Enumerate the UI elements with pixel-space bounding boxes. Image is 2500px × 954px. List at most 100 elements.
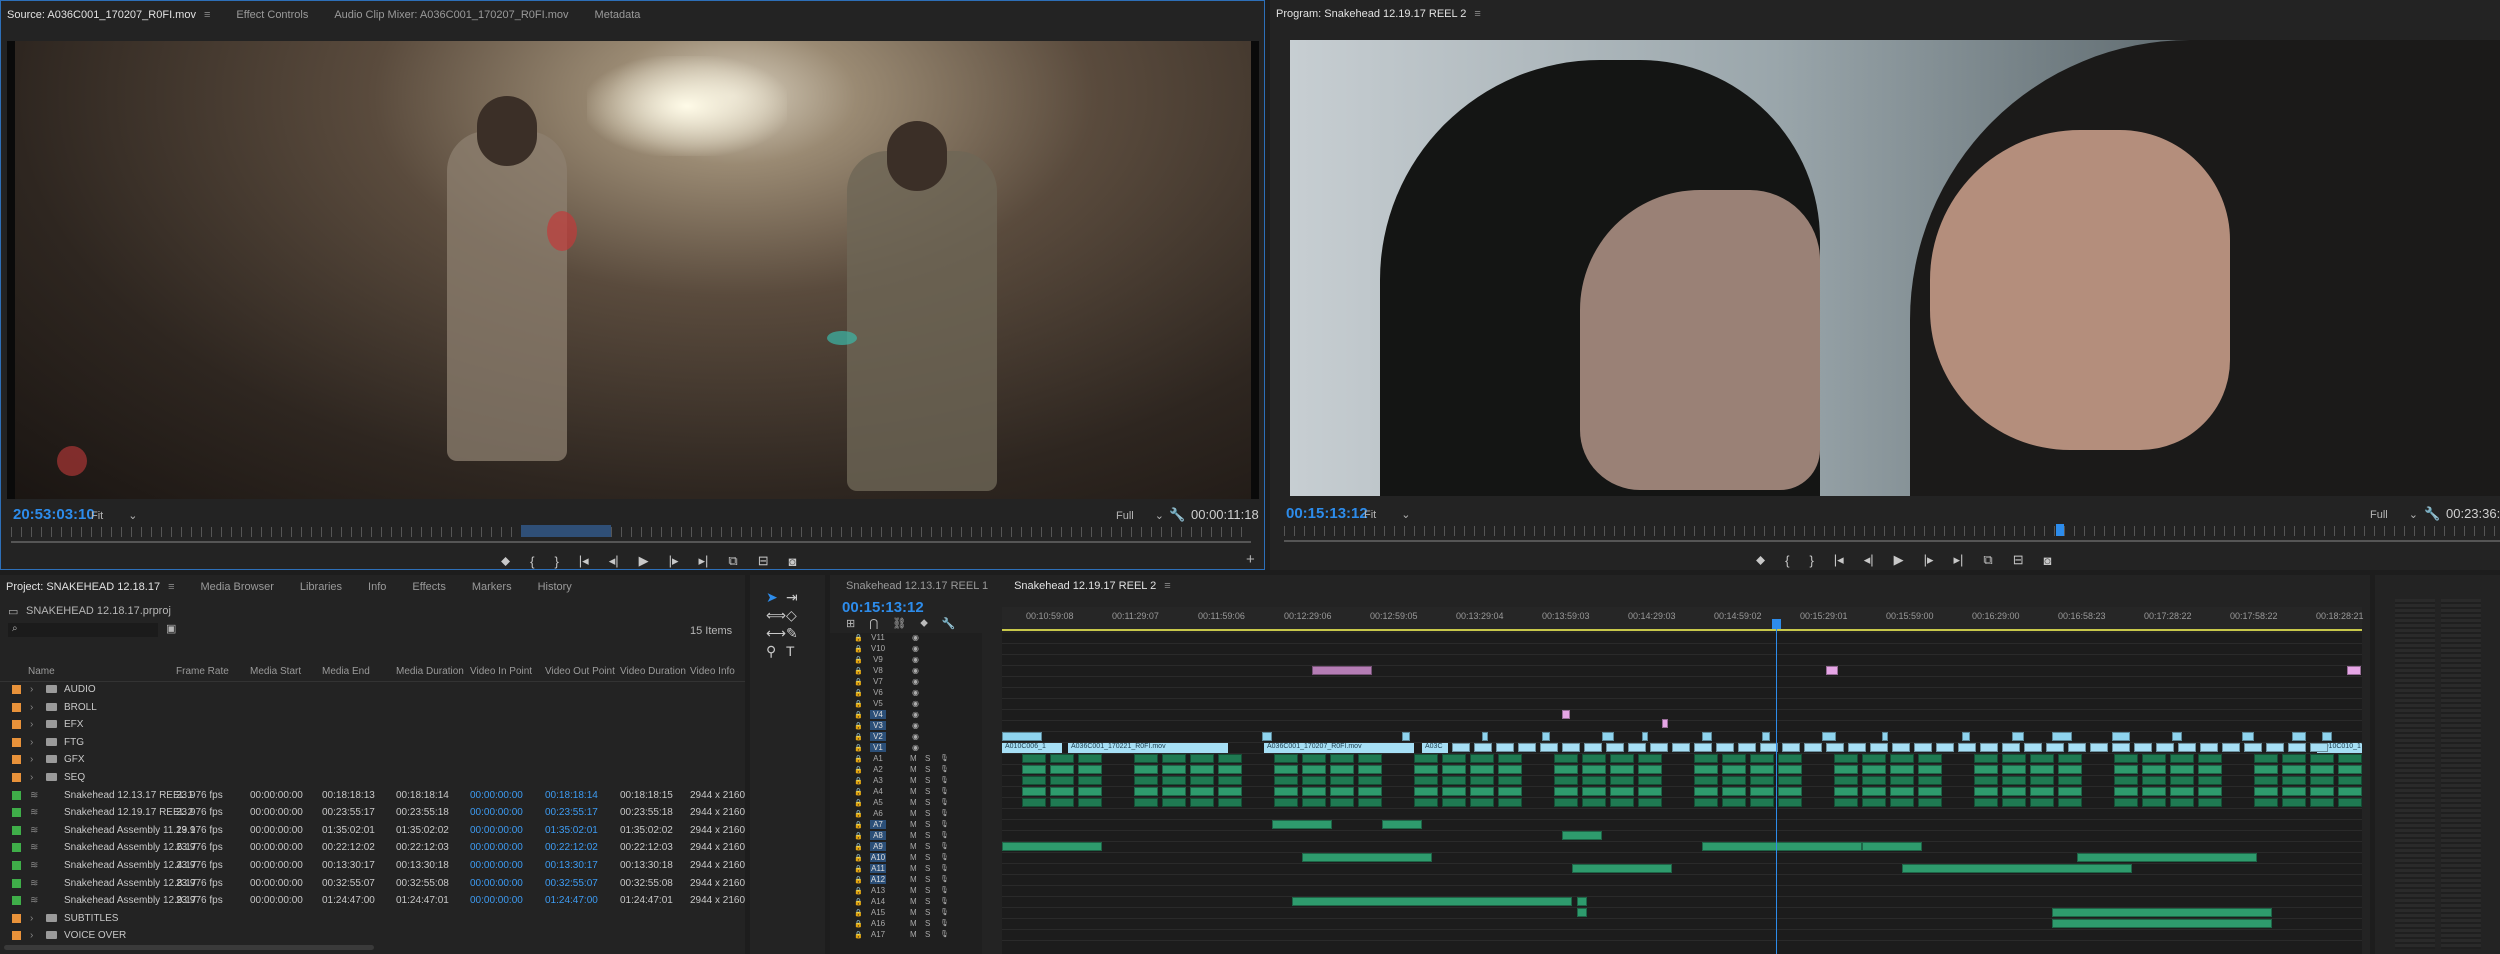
audio-clip[interactable] — [2058, 798, 2082, 807]
audio-clip[interactable] — [1722, 754, 1746, 763]
audio-clip[interactable] — [1022, 765, 1046, 774]
razor-tool-icon[interactable]: ◇ — [786, 607, 797, 624]
audio-clip[interactable] — [2254, 787, 2278, 796]
audio-clip[interactable] — [1190, 798, 1214, 807]
v1-clip[interactable] — [2244, 743, 2262, 752]
lock-icon[interactable]: 🔒 — [854, 854, 863, 862]
audio-clip[interactable] — [1292, 897, 1572, 906]
bin-row[interactable]: › AUDIO — [0, 681, 740, 698]
audio-clip[interactable] — [2198, 798, 2222, 807]
lock-icon[interactable]: 🔒 — [854, 865, 863, 873]
lock-icon[interactable]: 🔒 — [854, 733, 863, 741]
audio-clip[interactable] — [1834, 787, 1858, 796]
audio-clip[interactable] — [2282, 754, 2306, 763]
v2-clip[interactable] — [2112, 732, 2130, 741]
audio-clip[interactable] — [2114, 787, 2138, 796]
audio-clip[interactable] — [1218, 787, 1242, 796]
tab-0[interactable]: Snakehead 12.13.17 REEL 1 — [846, 580, 988, 592]
v1-clip[interactable] — [1540, 743, 1558, 752]
lock-icon[interactable]: 🔒 — [854, 931, 863, 939]
mute-button[interactable]: M — [910, 820, 917, 829]
audio-clip[interactable] — [1834, 776, 1858, 785]
audio-clip[interactable] — [2030, 765, 2054, 774]
eye-icon[interactable]: ◉ — [912, 721, 919, 730]
track-label[interactable]: A1 — [870, 754, 886, 763]
go-to-out-icon[interactable]: ▸| — [699, 553, 709, 569]
mark-out-icon[interactable]: } — [1809, 553, 1813, 568]
lock-icon[interactable]: 🔒 — [854, 755, 863, 763]
expand-arrow-icon[interactable]: › — [30, 702, 33, 713]
audio-clip[interactable] — [1562, 831, 1602, 840]
audio-clip[interactable] — [1414, 754, 1438, 763]
expand-arrow-icon[interactable]: › — [30, 737, 33, 748]
voiceover-mic-icon[interactable]: 🎙 — [940, 930, 949, 938]
audio-clip[interactable] — [1162, 765, 1186, 774]
v1-clip[interactable] — [1694, 743, 1712, 752]
v1-clip[interactable] — [1716, 743, 1734, 752]
audio-clip[interactable] — [1638, 776, 1662, 785]
audio-clip[interactable] — [1918, 776, 1942, 785]
overwrite-icon[interactable]: ⊟ — [758, 553, 769, 569]
audio-clip[interactable] — [1274, 776, 1298, 785]
mark-out-icon[interactable]: } — [554, 554, 558, 569]
audio-clip[interactable] — [2142, 776, 2166, 785]
audio-clip[interactable] — [2310, 798, 2334, 807]
timeline-playhead[interactable] — [1776, 619, 1777, 954]
audio-clip[interactable] — [2170, 787, 2194, 796]
voiceover-mic-icon[interactable]: 🎙 — [940, 798, 949, 806]
sequence-row[interactable]: ≋ Snakehead Assembly 12.9.17 23.976 fps 00:… — [0, 892, 745, 909]
tab-1[interactable]: Effect Controls — [236, 9, 308, 21]
audio-clip[interactable] — [1582, 787, 1606, 796]
audio-clip[interactable] — [2254, 798, 2278, 807]
snap-icon[interactable]: ⋂ — [869, 617, 878, 630]
audio-clip[interactable] — [1470, 787, 1494, 796]
lock-icon[interactable]: 🔒 — [854, 832, 863, 840]
audio-clip[interactable] — [1638, 798, 1662, 807]
audio-clip[interactable] — [2114, 765, 2138, 774]
go-to-in-icon[interactable]: |◂ — [579, 553, 589, 569]
lock-icon[interactable]: 🔒 — [854, 788, 863, 796]
voiceover-mic-icon[interactable]: 🎙 — [940, 897, 949, 905]
audio-clip[interactable] — [1918, 765, 1942, 774]
audio-clip[interactable] — [1134, 765, 1158, 774]
audio-clip[interactable] — [1834, 765, 1858, 774]
audio-clip[interactable] — [1218, 776, 1242, 785]
audio-clip[interactable] — [1302, 754, 1326, 763]
track-label[interactable]: A5 — [870, 798, 886, 807]
track-label[interactable]: A10 — [870, 853, 886, 862]
program-quality-dropdown[interactable]: Full ⌄ — [2370, 508, 2418, 521]
audio-clip[interactable] — [1190, 776, 1214, 785]
audio-clip[interactable] — [1918, 787, 1942, 796]
audio-clip[interactable] — [1442, 765, 1466, 774]
audio-clip[interactable] — [2338, 754, 2362, 763]
audio-clip[interactable] — [1834, 754, 1858, 763]
track-label[interactable]: A17 — [870, 930, 886, 939]
v1-clip[interactable] — [1848, 743, 1866, 752]
tab-0[interactable]: Source: A036C001_170207_R0FI.mov ≡ — [7, 9, 210, 21]
audio-clip[interactable] — [1302, 853, 1432, 862]
audio-clip[interactable] — [1702, 842, 1862, 851]
bin-row[interactable]: › VOICE OVER — [0, 927, 740, 944]
audio-clip[interactable] — [1134, 776, 1158, 785]
audio-clip[interactable] — [1050, 765, 1074, 774]
audio-clip[interactable] — [1078, 754, 1102, 763]
v1-clip[interactable] — [1936, 743, 1954, 752]
v2-clip[interactable] — [1762, 732, 1770, 741]
lock-icon[interactable]: 🔒 — [854, 920, 863, 928]
audio-clip[interactable] — [2198, 754, 2222, 763]
v1-clip[interactable] — [1672, 743, 1690, 752]
audio-clip[interactable] — [2058, 787, 2082, 796]
track-area[interactable]: A010C006_1 A036C001_170221_R0FI.mov A036C0… — [1002, 633, 2362, 954]
lock-icon[interactable]: 🔒 — [854, 799, 863, 807]
audio-clip[interactable] — [1078, 787, 1102, 796]
audio-clip[interactable] — [1554, 765, 1578, 774]
audio-clip[interactable] — [2338, 765, 2362, 774]
audio-clip[interactable] — [1862, 787, 1886, 796]
eye-icon[interactable]: ◉ — [912, 710, 919, 719]
v1-clip[interactable] — [2310, 743, 2328, 752]
audio-clip[interactable] — [1862, 798, 1886, 807]
tab-1[interactable]: Snakehead 12.19.17 REEL 2 ≡ — [1014, 580, 1171, 592]
track-label[interactable]: V7 — [870, 677, 886, 686]
track-label[interactable]: A4 — [870, 787, 886, 796]
audio-clip[interactable] — [2030, 798, 2054, 807]
